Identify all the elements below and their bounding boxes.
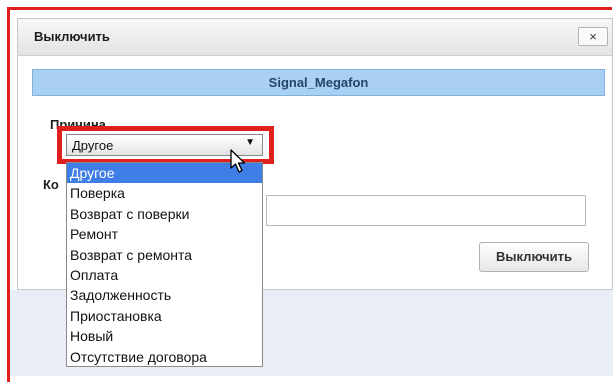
dropdown-option[interactable]: Оплата bbox=[67, 265, 262, 285]
dropdown-option[interactable]: Поверка bbox=[67, 183, 262, 203]
device-name-banner: Signal_Megafon bbox=[32, 69, 605, 96]
chevron-down-icon: ▼ bbox=[245, 137, 255, 148]
mouse-cursor-icon bbox=[230, 149, 246, 173]
dropdown-option[interactable]: Возврат с ремонта bbox=[67, 245, 262, 265]
dropdown-option[interactable]: Ремонт bbox=[67, 224, 262, 244]
reason-select-value: Другое bbox=[72, 138, 114, 153]
comment-label: Ко bbox=[43, 177, 59, 192]
disable-submit-button[interactable]: Выключить bbox=[479, 242, 589, 272]
comment-input[interactable] bbox=[266, 195, 586, 226]
dropdown-option[interactable]: Задолженность bbox=[67, 285, 262, 305]
dropdown-option[interactable]: Отсутствие договора bbox=[67, 347, 262, 366]
dialog-title: Выключить bbox=[34, 29, 110, 44]
dropdown-option[interactable]: Возврат с поверки bbox=[67, 204, 262, 224]
dropdown-option[interactable]: Новый bbox=[67, 326, 262, 346]
close-button[interactable]: × bbox=[578, 27, 608, 46]
dropdown-option[interactable]: Приостановка bbox=[67, 306, 262, 326]
dialog-titlebar: Выключить × bbox=[18, 19, 612, 56]
reason-dropdown-list: Другое Поверка Возврат с поверки Ремонт … bbox=[66, 162, 263, 367]
